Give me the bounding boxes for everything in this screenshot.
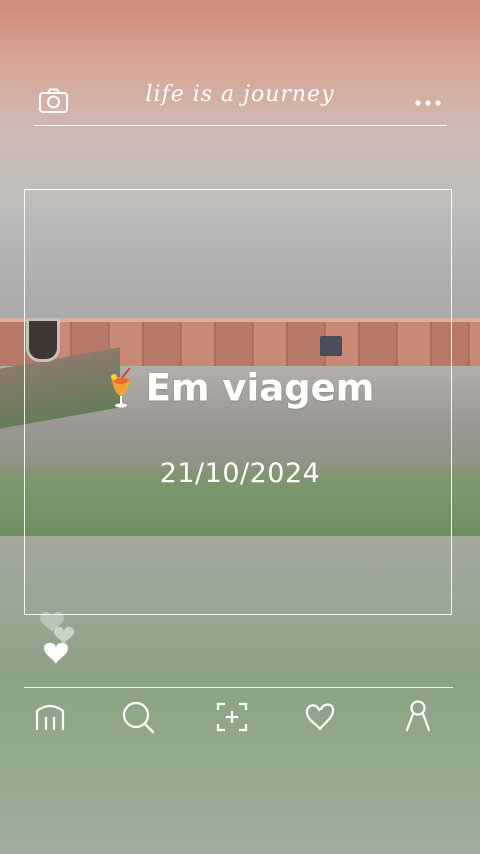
post-date: 21/10/2024 bbox=[159, 458, 321, 489]
bottom-nav bbox=[0, 697, 480, 737]
profile-icon[interactable] bbox=[398, 697, 438, 737]
home-icon[interactable] bbox=[30, 697, 70, 737]
search-icon[interactable] bbox=[118, 697, 158, 737]
tropical-drink-icon bbox=[106, 366, 136, 410]
caption-text: Em viagem bbox=[145, 366, 375, 410]
app-title: life is a journey bbox=[145, 82, 335, 107]
floating-hearts-icon[interactable] bbox=[36, 610, 84, 670]
camera-icon[interactable] bbox=[38, 88, 70, 114]
heart-icon[interactable] bbox=[300, 697, 340, 737]
nav-divider bbox=[24, 687, 453, 688]
add-scan-icon[interactable] bbox=[212, 697, 252, 737]
more-dots-icon[interactable] bbox=[412, 94, 444, 106]
header-divider bbox=[34, 125, 447, 126]
post-caption: Em viagem bbox=[0, 366, 480, 410]
